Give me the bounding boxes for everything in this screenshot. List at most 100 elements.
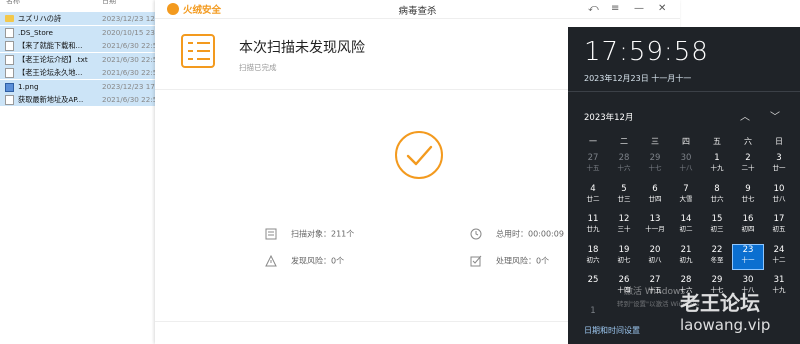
calendar-day[interactable]: 2 二十 <box>733 153 763 177</box>
file-icon <box>5 41 14 51</box>
calendar-day[interactable]: 9 廿七 <box>733 184 763 208</box>
document-icon <box>265 228 277 240</box>
column-date-header[interactable]: 日期 <box>102 0 116 6</box>
calendar-day[interactable]: 25 <box>578 275 608 299</box>
file-date: 2023/12/23 12 <box>102 14 155 23</box>
file-row[interactable]: 1.png 2023/12/23 17 <box>0 79 160 93</box>
lunar-label: 初七 <box>617 255 631 264</box>
day-number: 19 <box>618 244 630 255</box>
lunar-label: 十六 <box>617 164 631 172</box>
lunar-label: 初八 <box>648 255 662 264</box>
lunar-label: 廿七 <box>741 194 755 203</box>
date-time-settings-link[interactable]: 日期和时间设置 <box>584 325 640 336</box>
day-number: 15 <box>711 214 723 224</box>
calendar-day[interactable]: 16 初四 <box>733 214 763 238</box>
calendar-day[interactable]: 14 初二 <box>671 214 701 238</box>
file-name: 1.png <box>18 81 39 91</box>
file-date: 2021/6/30 22:5 <box>102 68 158 77</box>
day-number: 17 <box>773 214 785 224</box>
calendar-day[interactable]: 5 廿三 <box>609 184 639 208</box>
day-number: 6 <box>652 183 658 194</box>
day-number: 1 <box>590 305 596 316</box>
weekday-label: 四 <box>682 137 690 146</box>
stat-risks-found: 发现风险：0个 <box>265 255 344 267</box>
minimize-button[interactable]: — <box>634 3 644 14</box>
lunar-label: 廿三 <box>617 194 631 203</box>
calendar-day[interactable]: 15 初三 <box>702 214 732 238</box>
calendar-day[interactable]: 21 初九 <box>671 245 701 269</box>
file-row[interactable]: .DS_Store 2020/10/15 23 <box>0 25 160 39</box>
column-name-header[interactable]: 名称 <box>6 0 20 6</box>
calendar-day[interactable]: 13 十一月 <box>640 214 670 238</box>
chevron-up-icon[interactable]: ︿ <box>740 108 750 123</box>
day-number: 8 <box>714 183 720 194</box>
day-number: 1 <box>714 153 720 163</box>
file-row[interactable]: 【来了就能下载和... 2021/6/30 22:5 <box>0 39 160 52</box>
lunar-label: 大雪 <box>679 194 693 203</box>
day-number: 28 <box>618 153 630 163</box>
close-button[interactable]: ✕ <box>658 3 666 14</box>
day-number: 3 <box>776 153 782 163</box>
lunar-label: 初四 <box>741 225 755 233</box>
calendar-day[interactable]: 1 十九 <box>702 153 732 177</box>
day-number: 7 <box>683 183 689 194</box>
calendar-day[interactable]: 6 廿四 <box>640 184 670 208</box>
weekday-label: 三 <box>651 137 659 146</box>
weekday-label: 二 <box>620 137 628 146</box>
day-number: 13 <box>649 214 661 224</box>
calendar-day-today[interactable]: 23 十一 <box>732 243 764 270</box>
day-number: 12 <box>618 214 630 224</box>
date-long[interactable]: 2023年12月23日 十一月十一 <box>584 73 691 84</box>
file-icon <box>5 95 14 105</box>
weekday-label: 六 <box>744 137 752 146</box>
chevron-down-icon[interactable]: ﹀ <box>770 108 780 123</box>
day-number: 21 <box>680 244 692 255</box>
menu-icon[interactable]: ≡ <box>611 3 619 14</box>
calendar-day[interactable]: 20 初八 <box>640 245 670 269</box>
lunar-label: 初九 <box>679 255 693 264</box>
calendar-day[interactable]: 7 大雪 <box>671 184 701 208</box>
calendar-day[interactable]: 3 廿一 <box>764 153 794 177</box>
calendar-day[interactable]: 8 廿六 <box>702 184 732 208</box>
window-title: 病毒查杀 <box>398 6 437 17</box>
file-row[interactable]: 获取最新地址及AP... 2021/6/30 22:5 <box>0 93 160 106</box>
day-number: 9 <box>745 183 751 194</box>
file-name: 【来了就能下载和... <box>18 41 83 50</box>
file-row[interactable]: ユズリハの詩 2023/12/23 12 <box>0 12 160 25</box>
file-date: 2021/6/30 22:5 <box>102 95 158 104</box>
calendar-day[interactable]: 24 十二 <box>764 245 794 269</box>
back-icon[interactable]: ⤺ <box>588 3 599 14</box>
calendar-day[interactable]: 19 初七 <box>609 245 639 269</box>
stat-total-time-text: 总用时：00:00:09 <box>496 229 564 239</box>
divider <box>568 91 800 92</box>
month-label[interactable]: 2023年12月 <box>584 111 633 123</box>
calendar-day[interactable]: 31 十九 <box>764 275 794 299</box>
site-watermark-cn: 老王论坛 <box>680 291 760 315</box>
lunar-label: 冬至 <box>710 255 724 264</box>
calendar-day[interactable]: 22 冬至 <box>702 245 732 269</box>
calendar-day[interactable]: 29 十七 <box>640 153 670 177</box>
file-name: 获取最新地址及AP... <box>18 95 84 104</box>
calendar-day[interactable]: 28 十六 <box>609 153 639 177</box>
calendar-day[interactable]: 30 十八 <box>671 153 701 177</box>
day-number: 10 <box>773 183 785 194</box>
calendar-day[interactable]: 4 廿二 <box>578 184 608 208</box>
lunar-label: 初六 <box>586 255 600 264</box>
calendar-day[interactable]: 17 初五 <box>764 214 794 238</box>
calendar-day[interactable]: 10 廿八 <box>764 184 794 208</box>
day-number: 30 <box>742 275 754 285</box>
calendar-day[interactable]: 11 廿九 <box>578 214 608 238</box>
calendar-day[interactable]: 12 三十 <box>609 214 639 238</box>
stat-scanned: 扫描对象：211个 <box>265 228 354 240</box>
file-row[interactable]: 【老王论坛介绍】.txt 2021/6/30 22:5 <box>0 52 160 66</box>
lunar-label: 十七 <box>648 164 662 172</box>
file-icon <box>5 54 14 65</box>
calendar-day[interactable]: 18 初六 <box>578 245 608 269</box>
scan-result-subtitle: 扫描已完成 <box>239 63 277 72</box>
lunar-label: 三十 <box>617 225 631 233</box>
title-bar: 火绒安全 病毒查杀 ⤺ ≡ — ✕ <box>155 0 680 19</box>
weekday-label: 日 <box>775 137 783 146</box>
file-row[interactable]: 【老王论坛永久地... 2021/6/30 22:5 <box>0 66 160 79</box>
weekday-label: 一 <box>589 137 597 146</box>
calendar-day[interactable]: 27 十五 <box>578 153 608 177</box>
